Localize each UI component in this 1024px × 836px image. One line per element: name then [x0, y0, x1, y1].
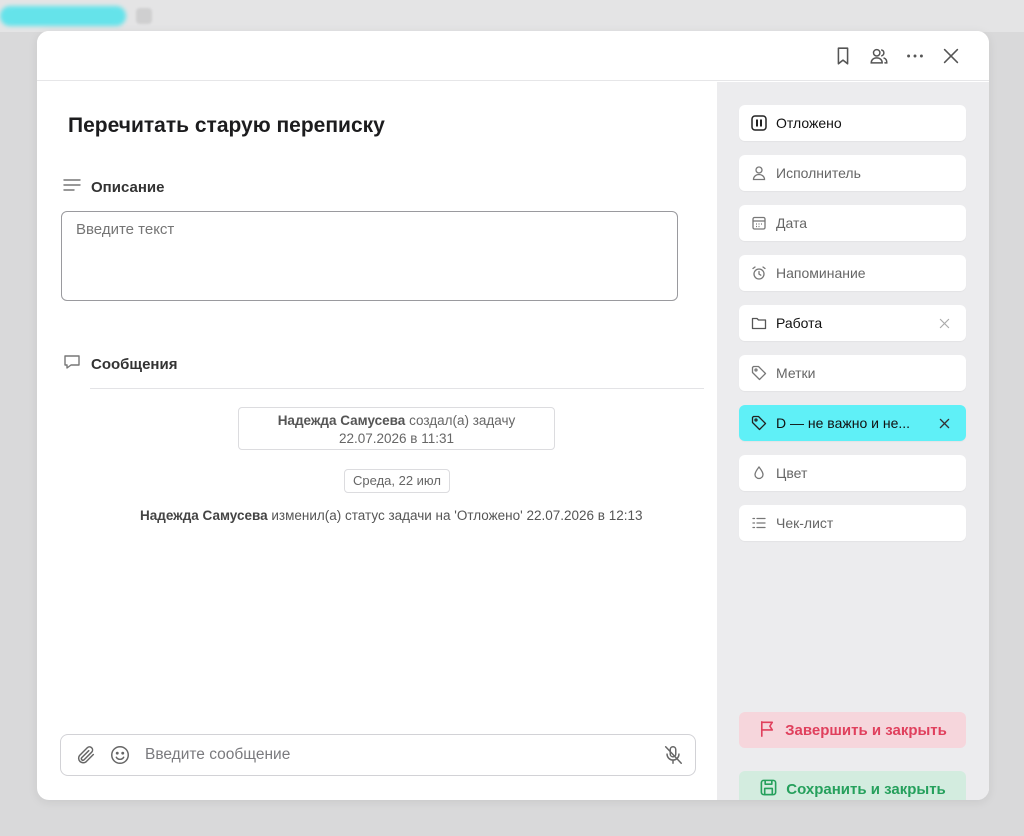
- messages-heading-label: Сообщения: [91, 355, 178, 373]
- message-composer: [60, 734, 696, 776]
- status-change-message: Надежда Самусева изменил(а) статус задач…: [140, 508, 680, 523]
- tag-icon: [751, 415, 767, 431]
- more-icon[interactable]: [903, 44, 927, 68]
- flag-icon: [758, 719, 777, 742]
- modal-header: [37, 31, 989, 81]
- save-icon: [759, 778, 778, 801]
- background-toolbar: [0, 0, 1024, 32]
- task-main: Перечитать старую переписку Описание Соо…: [37, 82, 717, 800]
- alarm-icon: [751, 265, 767, 281]
- user-icon: [751, 165, 767, 181]
- sidebar-item-label: D — не важно и не...: [776, 415, 911, 431]
- paperclip-icon[interactable]: [75, 744, 97, 766]
- sidebar-item-color[interactable]: Цвет: [739, 455, 966, 491]
- task-sidebar: Отложено Исполнитель Дата Напоминание Ра: [717, 82, 989, 800]
- background-tag-pill: [0, 6, 126, 26]
- text-lines-icon: [62, 175, 82, 199]
- day-separator: Среда, 22 июл: [344, 469, 450, 493]
- pause-icon: [751, 115, 767, 131]
- save-and-close-label: Сохранить и закрыть: [786, 780, 946, 798]
- close-icon[interactable]: [939, 44, 963, 68]
- sidebar-item-priority-tag[interactable]: D — не важно и не...: [739, 405, 966, 441]
- created-author: Надежда Самусева: [277, 413, 406, 428]
- sidebar-item-label: Работа: [776, 315, 823, 331]
- sidebar-item-label: Чек-лист: [776, 515, 834, 531]
- sidebar-item-project[interactable]: Работа: [739, 305, 966, 341]
- sidebar-item-assignee[interactable]: Исполнитель: [739, 155, 966, 191]
- sidebar-item-label: Метки: [776, 365, 816, 381]
- description-heading: Описание: [62, 175, 164, 199]
- sidebar-item-label: Напоминание: [776, 265, 866, 281]
- created-timestamp: 22.07.2026 в 11:31: [338, 431, 455, 446]
- sidebar-item-date[interactable]: Дата: [739, 205, 966, 241]
- folder-icon: [751, 315, 767, 331]
- bookmark-icon[interactable]: [831, 44, 855, 68]
- sidebar-item-reminder[interactable]: Напоминание: [739, 255, 966, 291]
- sidebar-item-label: Исполнитель: [776, 165, 861, 181]
- sidebar-item-status[interactable]: Отложено: [739, 105, 966, 141]
- tag-icon: [751, 365, 767, 381]
- event-text: изменил(а) статус задачи на 'Отложено' 2…: [271, 508, 643, 523]
- checklist-icon: [751, 515, 767, 531]
- sidebar-item-checklist[interactable]: Чек-лист: [739, 505, 966, 541]
- finish-and-close-label: Завершить и закрыть: [785, 721, 947, 739]
- emoji-icon[interactable]: [109, 744, 131, 766]
- sidebar-item-label: Отложено: [776, 115, 842, 131]
- background-icon: [136, 8, 152, 24]
- save-and-close-button[interactable]: Сохранить и закрыть: [739, 771, 966, 800]
- task-modal: Перечитать старую переписку Описание Соо…: [37, 31, 989, 800]
- created-action: создал(а) задачу: [409, 413, 516, 428]
- drop-icon: [751, 465, 767, 481]
- divider: [90, 388, 704, 389]
- sidebar-item-tags[interactable]: Метки: [739, 355, 966, 391]
- task-title[interactable]: Перечитать старую переписку: [68, 114, 385, 138]
- microphone-off-icon[interactable]: [661, 743, 685, 767]
- sidebar-item-label: Цвет: [776, 465, 808, 481]
- task-created-message: Надежда Самусева создал(а) задачу 22.07.…: [238, 407, 555, 450]
- remove-tag-icon[interactable]: [932, 411, 956, 435]
- sidebar-item-label: Дата: [776, 215, 808, 231]
- users-icon[interactable]: [867, 44, 891, 68]
- event-author: Надежда Самусева: [140, 508, 268, 523]
- message-input[interactable]: [145, 746, 661, 764]
- messages-heading: Сообщения: [62, 352, 177, 376]
- calendar-icon: [751, 215, 767, 231]
- description-heading-label: Описание: [91, 178, 165, 196]
- description-textarea[interactable]: [61, 211, 678, 301]
- chat-bubble-icon: [62, 352, 82, 376]
- finish-and-close-button[interactable]: Завершить и закрыть: [739, 712, 966, 748]
- remove-project-icon[interactable]: [932, 311, 956, 335]
